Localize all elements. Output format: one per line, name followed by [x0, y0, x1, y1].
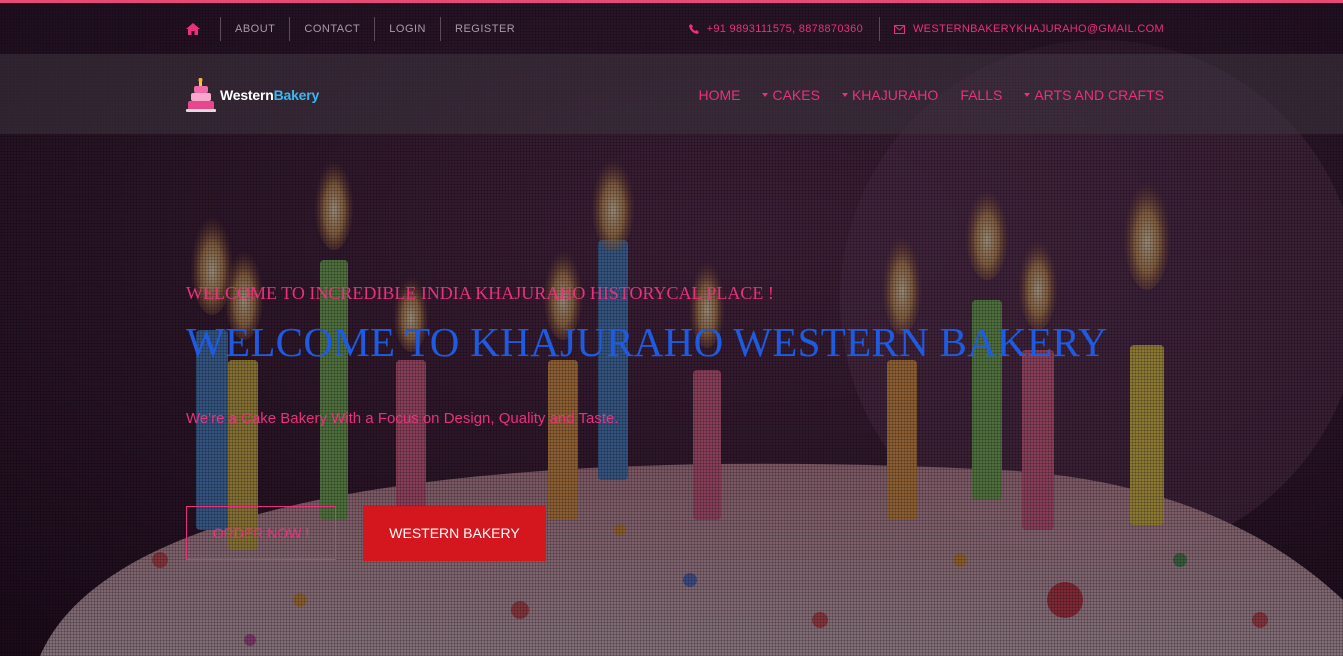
caret-down-icon	[762, 93, 769, 97]
caret-down-icon	[841, 93, 848, 97]
about-link[interactable]: ABOUT	[220, 17, 289, 41]
nav-khajuraho[interactable]: KHAJURAHO	[841, 87, 938, 103]
nav-home[interactable]: HOME	[698, 87, 740, 103]
nav-falls[interactable]: FALLS	[960, 87, 1002, 103]
primary-nav: HOME CAKES KHAJURAHO FALLS ARTS AND CRAF…	[676, 87, 1164, 103]
hero-eyebrow: WELCOME TO INCREDIBLE INDIA KHAJURAHO HI…	[186, 283, 774, 303]
contact-link[interactable]: CONTACT	[289, 17, 374, 41]
nav-cakes[interactable]: CAKES	[762, 87, 820, 103]
login-link[interactable]: LOGIN	[374, 17, 440, 41]
western-bakery-button[interactable]: WESTERN BAKERY	[363, 506, 546, 561]
cake-logo-icon	[186, 78, 216, 112]
caret-down-icon	[1024, 93, 1031, 97]
top-bar-contacts: +91 9893111575, 8878870360 WESTERNBAKERY…	[688, 17, 1164, 41]
top-bar-links: ABOUT CONTACT LOGIN REGISTER	[186, 17, 529, 41]
top-bar: ABOUT CONTACT LOGIN REGISTER +91 9893111…	[0, 0, 1343, 54]
logo-text: WesternBakery	[220, 87, 320, 103]
envelope-icon	[894, 24, 905, 34]
main-navbar: WesternBakery HOME CAKES KHAJURAHO FALLS…	[0, 54, 1343, 134]
hero-headline: WELCOME TO KHAJURAHO WESTERN BAKERY	[186, 319, 1108, 365]
nav-arts-and-crafts[interactable]: ARTS AND CRAFTS	[1024, 87, 1164, 103]
order-now-button[interactable]: ORDER NOW !	[186, 506, 336, 560]
phone-icon	[688, 24, 699, 34]
email-address: WESTERNBAKERYKHAJURAHO@GMAIL.COM	[913, 23, 1164, 35]
phone-contact[interactable]: +91 9893111575, 8878870360	[688, 23, 879, 35]
email-contact[interactable]: WESTERNBAKERYKHAJURAHO@GMAIL.COM	[879, 17, 1164, 41]
hero-tagline: We're a Cake Bakery With a Focus on Desi…	[186, 410, 619, 427]
site-logo[interactable]: WesternBakery	[186, 78, 319, 112]
phone-number: +91 9893111575, 8878870360	[706, 23, 863, 35]
home-icon[interactable]	[186, 22, 200, 36]
register-link[interactable]: REGISTER	[440, 17, 529, 41]
